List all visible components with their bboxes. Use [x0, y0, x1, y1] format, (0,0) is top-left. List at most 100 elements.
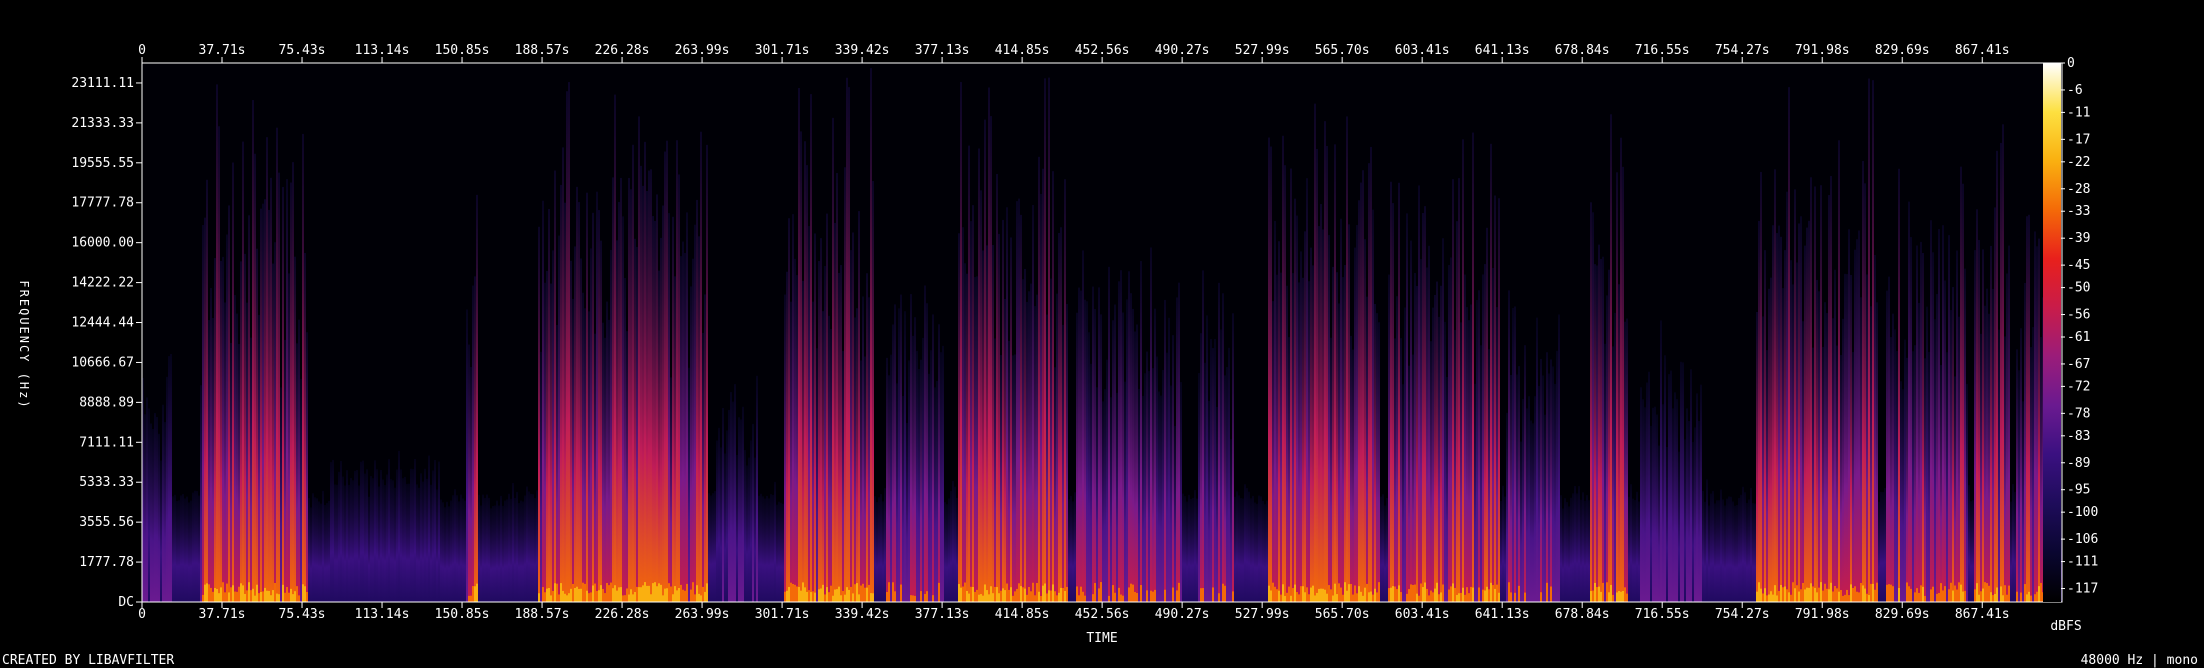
low-frequency-band: [676, 590, 678, 602]
spectrogram-column: [976, 276, 978, 602]
spectrogram-column: [1152, 368, 1154, 602]
spectrogram-column: [1926, 306, 1928, 602]
spectrogram-column: [564, 202, 566, 602]
spectrogram-column: [358, 485, 360, 602]
spectrogram-column: [1184, 496, 1186, 602]
low-frequency-band: [850, 586, 852, 602]
spectrogram-column: [326, 503, 328, 602]
spectrogram-column: [1018, 198, 1020, 603]
spectrogram-column: [492, 506, 494, 602]
spectrogram-column: [494, 505, 496, 602]
spectrogram-column: [1424, 206, 1426, 602]
spectrogram-column: [514, 498, 516, 602]
spectrogram-column: [1444, 321, 1446, 602]
spectrogram-column: [208, 320, 210, 602]
low-frequency-band: [1608, 592, 1610, 602]
spectrogram-column: [1450, 257, 1452, 602]
low-frequency-band: [886, 592, 888, 602]
low-frequency-band: [1052, 584, 1054, 602]
spectrogram-column: [242, 141, 244, 603]
spectrogram-column: [1550, 359, 1552, 602]
x-tick-label-top: 75.43s: [279, 43, 326, 58]
spectrogram-column: [1554, 383, 1556, 602]
low-frequency-band: [282, 584, 284, 602]
low-frequency-band: [538, 593, 540, 602]
spectrogram-column: [490, 508, 492, 602]
spectrogram-column: [238, 344, 240, 602]
low-frequency-band: [820, 588, 822, 602]
spectrogram-column: [2020, 328, 2022, 602]
low-frequency-band: [844, 594, 846, 602]
spectrogram-column: [1934, 319, 1936, 602]
low-frequency-band: [1464, 594, 1466, 602]
spectrogram-column: [1092, 286, 1094, 602]
low-frequency-band: [202, 594, 204, 602]
spectrogram-column: [632, 144, 634, 602]
spectrogram-column: [1150, 247, 1152, 602]
spectrogram-column: [1082, 250, 1084, 602]
spectrogram-column: [1718, 500, 1720, 602]
spectrogram-column: [740, 419, 742, 602]
low-frequency-band: [1462, 587, 1464, 602]
spectrogram-column: [1312, 265, 1314, 602]
spectrogram-column: [992, 244, 994, 602]
low-frequency-band: [1954, 585, 1956, 602]
spectrogram-column: [628, 177, 630, 602]
low-frequency-band: [592, 585, 594, 602]
spectrogram-column: [1816, 279, 1818, 602]
spectrogram-column: [1846, 274, 1848, 602]
low-frequency-band: [1094, 583, 1096, 602]
low-frequency-band: [1974, 589, 1976, 602]
spectrogram-column: [1242, 498, 1244, 602]
spectrogram-column: [1132, 308, 1134, 602]
spectrogram-column: [608, 319, 610, 602]
spectrogram-column: [974, 277, 976, 602]
spectrogram-column: [1346, 116, 1348, 602]
spectrogram-column: [2002, 124, 2004, 603]
colorbar: 0-6-11-17-22-28-33-39-45-50-56-61-67-72-…: [2043, 56, 2098, 602]
low-frequency-band: [1372, 594, 1374, 602]
spectrogram-column: [1088, 332, 1090, 602]
low-frequency-band: [1996, 587, 1998, 602]
low-frequency-band: [1598, 586, 1600, 602]
spectrogram-column: [814, 233, 816, 602]
spectrogram-column: [872, 180, 874, 602]
spectrogram-column: [150, 423, 152, 602]
x-tick-label-bottom: 754.27s: [1715, 607, 1770, 622]
spectrogram-column: [1916, 245, 1918, 603]
spectrogram-column: [1660, 320, 1662, 602]
spectrogram-column: [2038, 238, 2040, 602]
spectrogram-column: [2000, 142, 2002, 602]
spectrogram-column: [510, 498, 512, 602]
spectrogram-column: [1870, 306, 1872, 602]
y-tick-label: 21333.33: [71, 116, 134, 131]
low-frequency-band: [920, 591, 922, 602]
spectrogram-column: [1380, 496, 1382, 602]
spectrogram-column: [308, 497, 310, 602]
spectrogram-column: [348, 484, 350, 602]
spectrogram-column: [1910, 237, 1912, 602]
spectrogram-column: [586, 192, 588, 602]
low-frequency-band: [1038, 591, 1040, 602]
low-frequency-band: [1962, 591, 1964, 602]
spectrogram-column: [2006, 273, 2008, 602]
spectrogram-column: [644, 141, 646, 602]
spectrogram-column: [1596, 265, 1598, 602]
spectrogram-column: [948, 498, 950, 602]
low-frequency-band: [1964, 590, 1966, 602]
spectrogram-column: [862, 296, 864, 602]
low-frequency-band: [630, 589, 632, 602]
spectrogram-column: [1962, 183, 1964, 602]
spectrogram-column: [1662, 404, 1664, 602]
low-frequency-band: [1406, 593, 1408, 602]
x-tick-label-bottom: 565.70s: [1315, 607, 1370, 622]
spectrogram-column: [1600, 258, 1602, 602]
low-frequency-band: [1306, 587, 1308, 602]
x-tick-label-top: 716.55s: [1635, 43, 1690, 58]
spectrogram-column: [1570, 497, 1572, 602]
spectrogram-column: [1806, 227, 1808, 602]
low-frequency-band: [1042, 585, 1044, 602]
low-frequency-band: [1818, 587, 1820, 602]
low-frequency-band: [552, 590, 554, 602]
spectrogram-column: [1384, 505, 1386, 602]
